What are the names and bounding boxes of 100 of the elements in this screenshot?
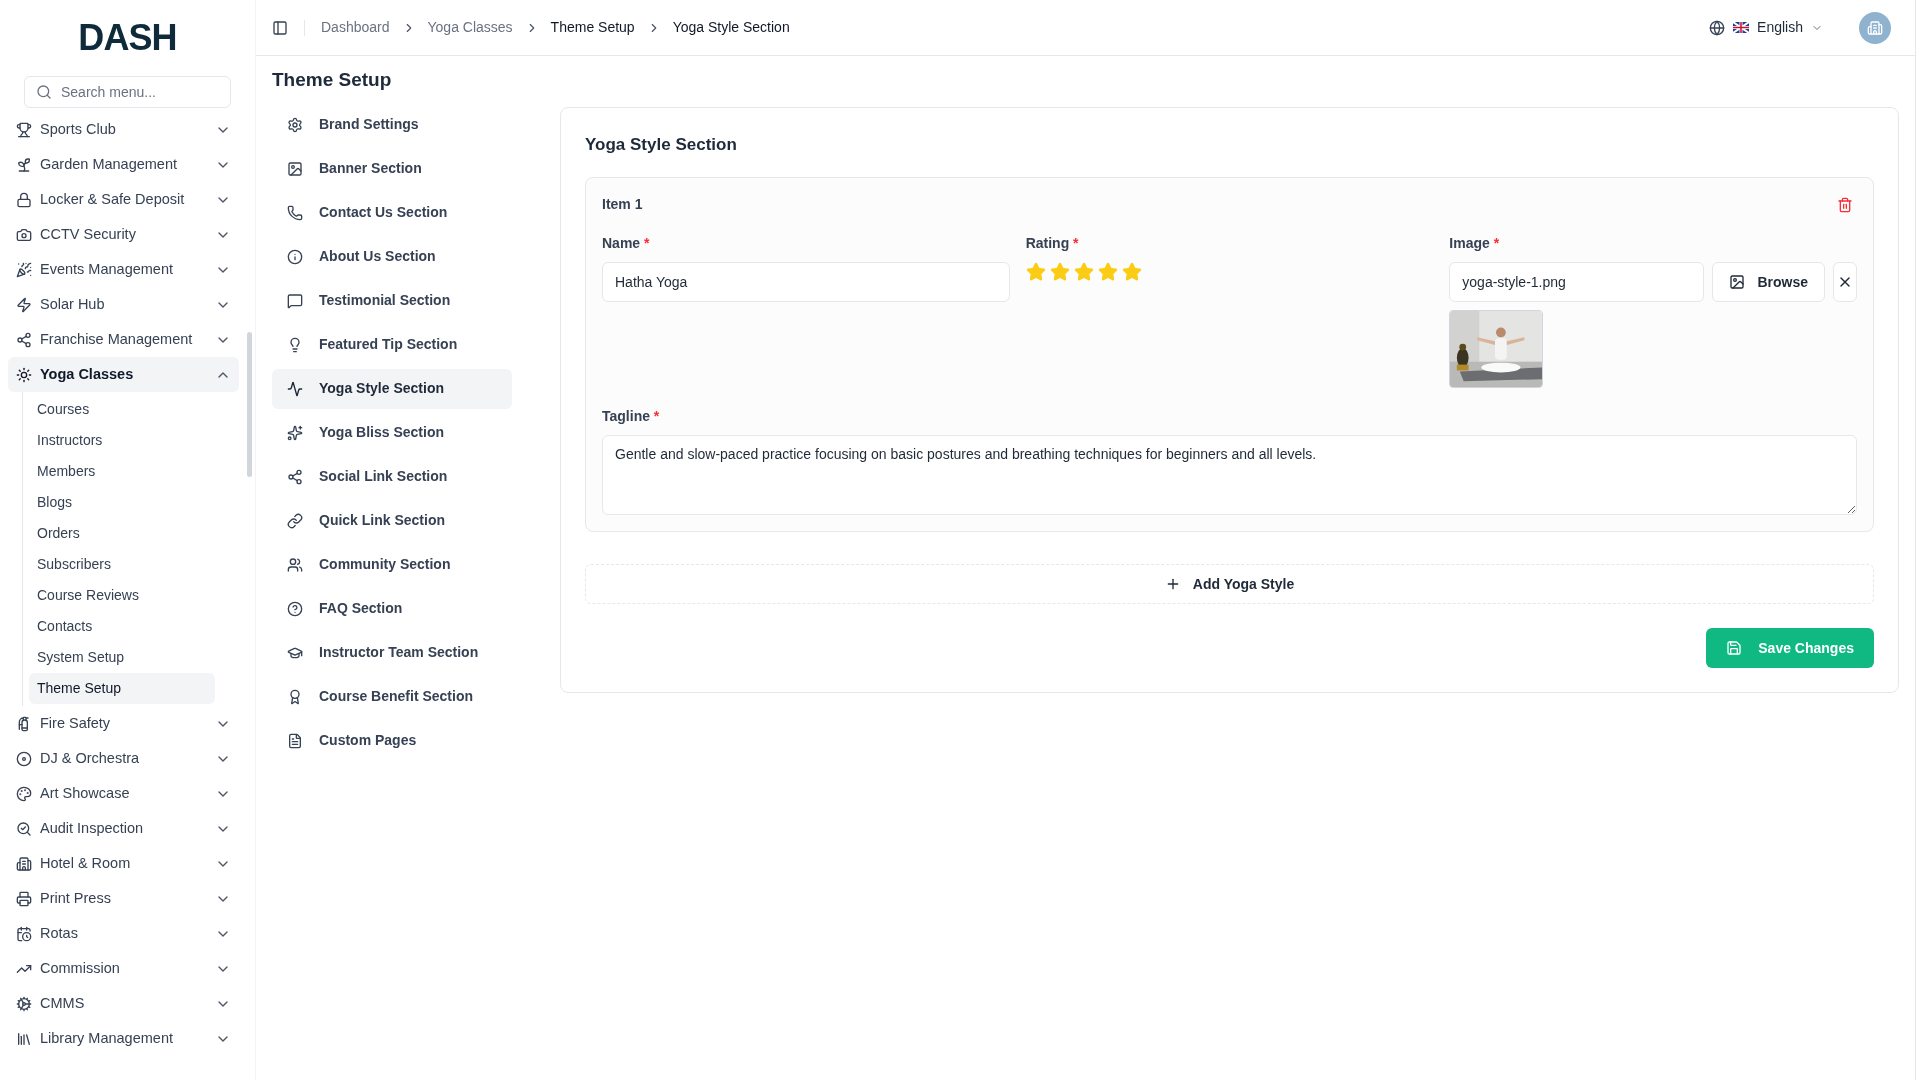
sidebar-item[interactable]: Audit Inspection xyxy=(8,811,239,846)
image-file-field[interactable]: yoga-style-1.png xyxy=(1449,262,1705,302)
search-icon xyxy=(36,84,52,100)
delete-icon[interactable] xyxy=(1837,196,1853,213)
theme-menu-item[interactable]: Instructor Team Section xyxy=(272,632,512,673)
disc-icon xyxy=(16,750,32,767)
palette-icon xyxy=(16,785,32,802)
printer-icon xyxy=(16,890,32,907)
sidebar-item[interactable]: Solar Hub xyxy=(8,287,239,322)
breadcrumb-link[interactable]: Yoga Style Section xyxy=(672,17,790,38)
sidebar-subitem[interactable]: Instructors xyxy=(29,425,215,456)
theme-menu-item[interactable]: Community Section xyxy=(272,544,512,585)
image-icon xyxy=(287,160,303,177)
scrollbar[interactable] xyxy=(247,332,252,477)
sidebar-item[interactable]: Hotel & Room xyxy=(8,846,239,881)
field-label: Image * xyxy=(1449,234,1501,253)
page-title: Theme Setup xyxy=(272,68,393,92)
field-label: Name * xyxy=(602,234,651,253)
search-field[interactable]: Search menu... xyxy=(24,76,231,108)
sidebar-item[interactable]: Sports Club xyxy=(8,112,239,147)
language-selector[interactable]: English xyxy=(1733,17,1823,38)
sidebar-subitem[interactable]: Courses xyxy=(29,394,215,425)
theme-menu-item[interactable]: Yoga Bliss Section xyxy=(272,412,512,453)
star-icon[interactable] xyxy=(1121,262,1142,282)
theme-menu-item[interactable]: Course Benefit Section xyxy=(272,676,512,717)
lock-icon xyxy=(16,191,32,208)
clear-button[interactable] xyxy=(1833,262,1857,302)
theme-menu-item[interactable]: Banner Section xyxy=(272,148,512,189)
building-icon xyxy=(16,855,32,872)
sidebar-item[interactable]: Yoga Classes xyxy=(8,357,239,392)
sidebar-item[interactable]: Garden Management xyxy=(8,147,239,182)
breadcrumb-link[interactable]: Yoga Classes xyxy=(427,17,513,38)
award-icon xyxy=(287,688,303,705)
sidebar-subitem[interactable]: Orders xyxy=(29,518,215,549)
search-check-icon xyxy=(16,820,32,837)
phone-icon xyxy=(287,204,303,221)
sidebar-subitem[interactable]: Subscribers xyxy=(29,549,215,580)
theme-menu-item[interactable]: Brand Settings xyxy=(272,104,512,145)
theme-menu-item[interactable]: Testimonial Section xyxy=(272,280,512,321)
theme-menu-item[interactable]: Contact Us Section xyxy=(272,192,512,233)
sidebar-item[interactable]: CMMS xyxy=(8,986,239,1021)
sidebar-subitem[interactable]: Theme Setup xyxy=(29,673,215,704)
users-icon xyxy=(287,556,303,573)
theme-menu-item[interactable]: FAQ Section xyxy=(272,588,512,629)
star-icon[interactable] xyxy=(1049,262,1070,282)
party-popper-icon xyxy=(16,261,32,278)
globe-icon xyxy=(1709,19,1726,36)
sidebar-item[interactable]: DJ & Orchestra xyxy=(8,741,239,776)
lightbulb-icon xyxy=(287,336,303,353)
sidebar-item[interactable]: CCTV Security xyxy=(8,217,239,252)
flag-icon xyxy=(1733,22,1750,33)
image-icon xyxy=(1729,274,1746,290)
breadcrumb-link[interactable]: Dashboard xyxy=(321,17,390,38)
name-field[interactable]: Hatha Yoga xyxy=(602,262,1010,302)
avatar[interactable] xyxy=(1859,11,1891,44)
camera-icon xyxy=(16,226,32,243)
trophy-icon xyxy=(16,121,32,138)
info-icon xyxy=(287,248,303,265)
save-icon xyxy=(1726,640,1743,656)
breadcrumb-link[interactable]: Theme Setup xyxy=(550,17,635,38)
sidebar-subitem[interactable]: System Setup xyxy=(29,642,215,673)
chat-icon xyxy=(287,292,303,309)
library-icon xyxy=(16,1030,32,1047)
sidebar-item[interactable]: Art Showcase xyxy=(8,776,239,811)
share-icon xyxy=(287,468,303,485)
theme-menu-item[interactable]: Quick Link Section xyxy=(272,500,512,541)
field-label: Rating * xyxy=(1025,234,1080,253)
star-icon[interactable] xyxy=(1097,262,1118,282)
sidebar-subitem[interactable]: Members xyxy=(29,456,215,487)
theme-menu-item[interactable]: About Us Section xyxy=(272,236,512,277)
theme-menu-item[interactable]: Social Link Section xyxy=(272,456,512,497)
sidebar-item[interactable]: Locker & Safe Deposit xyxy=(8,182,239,217)
sidebar-item[interactable]: Commission xyxy=(8,951,239,986)
field-label: Tagline * xyxy=(602,407,661,426)
logo: DASH xyxy=(78,16,177,60)
sidebar-item[interactable]: Fire Safety xyxy=(8,706,239,741)
sparkles-icon xyxy=(287,424,303,441)
star-icon[interactable] xyxy=(1025,262,1046,282)
theme-menu-item[interactable]: Custom Pages xyxy=(272,720,512,761)
sidebar-item[interactable]: Print Press xyxy=(8,881,239,916)
pulse-icon xyxy=(287,380,303,397)
sidebar-subitem[interactable]: Contacts xyxy=(29,611,215,642)
sidebar-subitem[interactable]: Course Reviews xyxy=(29,580,215,611)
sidebar-item[interactable]: Franchise Management xyxy=(8,322,239,357)
document-icon xyxy=(287,732,303,749)
sidebar-toggle-icon[interactable] xyxy=(272,19,288,36)
star-icon[interactable] xyxy=(1073,262,1094,282)
theme-menu-item[interactable]: Yoga Style Section xyxy=(272,368,512,409)
calendar-clock-icon xyxy=(16,925,32,942)
tagline-field[interactable]: Gentle and slow-paced practice focusing on basic postures and breathing techniques for beginners and all levels. xyxy=(602,435,1857,515)
theme-menu-item[interactable]: Featured Tip Section xyxy=(272,324,512,365)
section-title: Yoga Style Section xyxy=(585,133,738,156)
help-icon xyxy=(287,600,303,617)
sidebar-item[interactable]: Library Management xyxy=(8,1021,239,1056)
sidebar-subitem[interactable]: Blogs xyxy=(29,487,215,518)
add-yoga-style-button[interactable]: Add Yoga Style xyxy=(585,564,1874,604)
sidebar-item[interactable]: Rotas xyxy=(8,916,239,951)
sidebar-item[interactable]: Events Management xyxy=(8,252,239,287)
browse-button[interactable]: Browse xyxy=(1712,262,1825,302)
lightning-icon xyxy=(16,296,32,313)
